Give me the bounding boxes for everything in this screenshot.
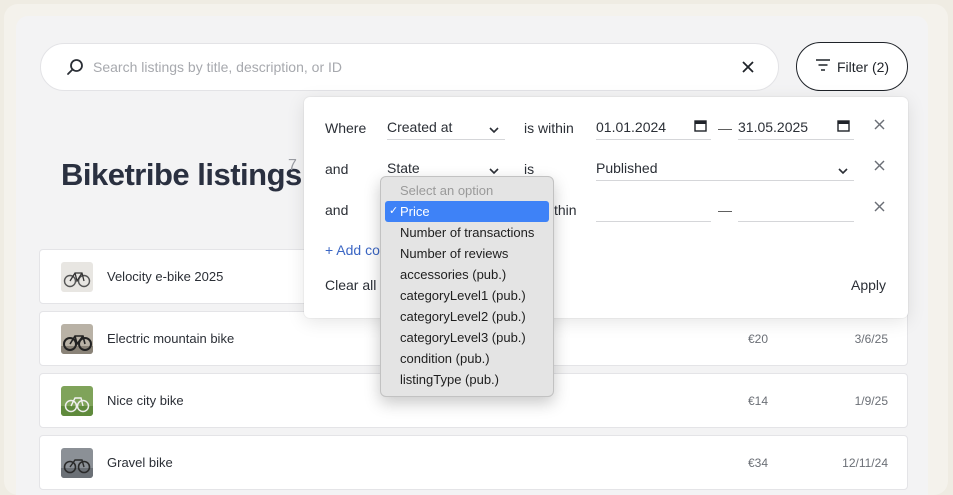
listing-thumbnail xyxy=(61,262,93,292)
option-label: Number of reviews xyxy=(400,246,509,261)
option-label: categoryLevel2 (pub.) xyxy=(400,309,526,324)
filter-icon xyxy=(815,58,831,75)
filter-operator[interactable]: thin xyxy=(554,202,577,218)
dropdown-option[interactable]: categoryLevel2 (pub.) xyxy=(385,306,549,327)
chevron-down-icon xyxy=(838,162,848,178)
date-from-input[interactable]: 01.01.2024 xyxy=(596,114,711,140)
dropdown-option[interactable]: Number of transactions xyxy=(385,222,549,243)
clear-search-icon[interactable] xyxy=(736,57,760,78)
clear-all-button[interactable]: Clear all xyxy=(325,277,376,293)
calendar-icon[interactable] xyxy=(694,119,707,135)
date-to-input[interactable]: 31.05.2025 xyxy=(738,114,854,140)
filter-field-value: State xyxy=(387,159,420,176)
state-value: Published xyxy=(596,159,658,176)
dropdown-option-price[interactable]: ✓ Price xyxy=(385,201,549,222)
listing-count: 7 xyxy=(288,157,297,174)
option-label: Price xyxy=(400,204,430,219)
date-to-value: 31.05.2025 xyxy=(738,118,809,135)
listing-thumbnail xyxy=(61,324,93,354)
filter-button[interactable]: Filter (2) xyxy=(796,42,908,91)
filter-operator[interactable]: is within xyxy=(524,120,574,136)
listing-price: €14 xyxy=(747,394,768,408)
filter-connector: and xyxy=(325,202,349,218)
listing-date: 3/6/25 xyxy=(854,332,888,346)
listing-name[interactable]: Gravel bike xyxy=(107,455,173,470)
dropdown-option[interactable]: categoryLevel3 (pub.) xyxy=(385,327,549,348)
dropdown-option[interactable]: categoryLevel1 (pub.) xyxy=(385,285,549,306)
listing-price: €34 xyxy=(747,456,768,470)
listing-name[interactable]: Electric mountain bike xyxy=(107,331,234,346)
search-bar[interactable] xyxy=(40,43,779,91)
remove-filter-icon[interactable] xyxy=(874,199,885,216)
dropdown-option[interactable]: Number of reviews xyxy=(385,243,549,264)
listing-thumbnail xyxy=(61,386,93,416)
option-label: accessories (pub.) xyxy=(400,267,507,282)
listing-date: 12/11/24 xyxy=(842,456,888,470)
option-label: categoryLevel1 (pub.) xyxy=(400,288,526,303)
table-row[interactable]: Gravel bike €34 12/11/24 xyxy=(39,435,908,490)
listing-name[interactable]: Nice city bike xyxy=(107,393,184,408)
calendar-icon[interactable] xyxy=(837,119,850,135)
listing-price: €20 xyxy=(747,332,768,346)
filter-connector: and xyxy=(325,161,349,177)
dropdown-option[interactable]: listingType (pub.) xyxy=(385,369,549,390)
filter-connector: Where xyxy=(325,120,367,136)
search-input[interactable] xyxy=(93,59,736,75)
search-icon xyxy=(65,57,85,77)
field-options-dropdown[interactable]: Select an option ✓ Price Number of transa… xyxy=(380,176,554,397)
range-dash: — xyxy=(718,120,732,136)
chevron-down-icon xyxy=(489,121,499,137)
checkmark-icon: ✓ xyxy=(389,205,399,217)
listing-name[interactable]: Velocity e-bike 2025 xyxy=(107,269,223,284)
dropdown-option[interactable]: accessories (pub.) xyxy=(385,264,549,285)
remove-filter-icon[interactable] xyxy=(874,117,885,134)
dropdown-option[interactable]: condition (pub.) xyxy=(385,348,549,369)
date-from-value: 01.01.2024 xyxy=(596,118,667,135)
apply-button[interactable]: Apply xyxy=(851,277,886,293)
remove-filter-icon[interactable] xyxy=(874,158,885,175)
state-value-select[interactable]: Published xyxy=(596,155,854,181)
listing-thumbnail xyxy=(61,448,93,478)
filter-operator[interactable]: is xyxy=(524,161,534,177)
filter-field-select[interactable]: Created at xyxy=(387,114,505,140)
option-label: Number of transactions xyxy=(400,225,535,240)
range-to-input[interactable] xyxy=(738,196,854,222)
page-title: Biketribe listings xyxy=(61,157,302,192)
range-from-input[interactable] xyxy=(596,196,711,222)
filter-button-label: Filter (2) xyxy=(836,58,890,75)
range-dash: — xyxy=(718,202,732,218)
dropdown-placeholder: Select an option xyxy=(400,183,494,198)
option-label: categoryLevel3 (pub.) xyxy=(400,330,526,345)
option-label: condition (pub.) xyxy=(400,351,490,366)
listing-date: 1/9/25 xyxy=(854,394,888,408)
add-condition-link[interactable]: + Add co xyxy=(325,242,380,258)
option-label: listingType (pub.) xyxy=(400,372,499,387)
filter-field-value: Created at xyxy=(387,118,453,135)
